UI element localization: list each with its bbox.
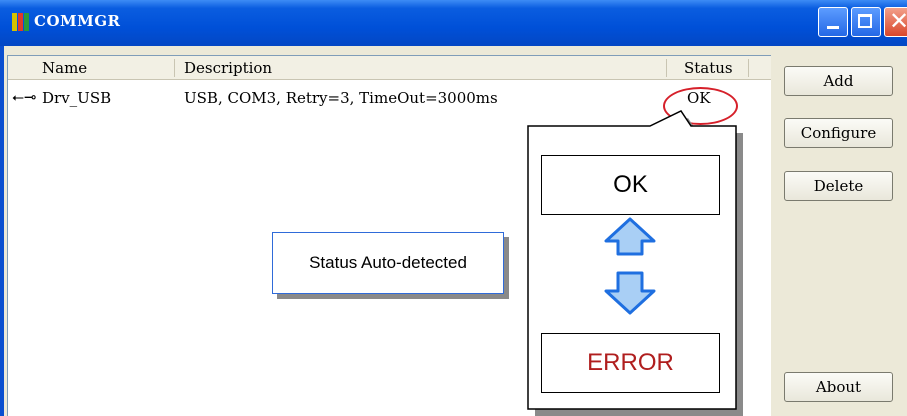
annotation-callout: Status Auto-detected [272,232,504,294]
status-panel [527,110,743,416]
status-ok-box: OK [541,155,720,215]
status-error-box: ERROR [541,333,720,393]
